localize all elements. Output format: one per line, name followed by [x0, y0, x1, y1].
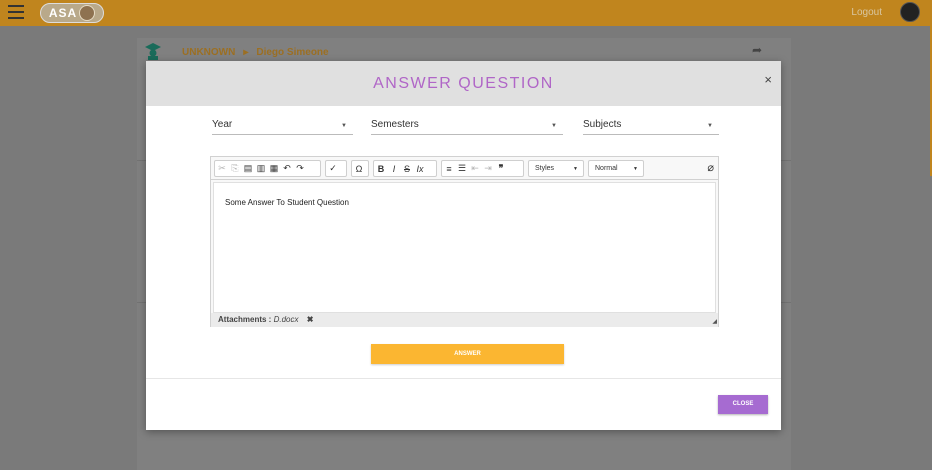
modal-title: ANSWER QUESTION [373, 75, 554, 92]
attachments-label: Attachments : [218, 315, 272, 324]
breadcrumb-separator-icon: ▸ [243, 47, 249, 58]
modal-header: ANSWER QUESTION × [146, 61, 781, 106]
share-icon[interactable]: ➦ [752, 43, 762, 57]
paste-icon[interactable]: ▤ [243, 163, 253, 174]
breadcrumb-category[interactable]: UNKNOWN [182, 47, 235, 58]
editor-content-area[interactable]: Some Answer To Student Question [213, 182, 716, 313]
cut-icon[interactable]: ✂ [217, 163, 227, 174]
special-character-icon[interactable]: Ω [354, 164, 364, 174]
chevron-down-icon: ▼ [341, 123, 347, 129]
special-char-group: Ω [351, 160, 369, 177]
indent-icon[interactable]: ⇥ [483, 163, 493, 174]
hamburger-menu-icon[interactable] [8, 5, 24, 19]
filter-selects: Year ▼ Semesters ▼ Subjects ▼ [146, 119, 781, 139]
paste-word-icon[interactable]: ▦ [269, 163, 279, 174]
spellcheck-icon[interactable]: ✓ [328, 163, 338, 174]
rich-text-editor: ✂ ⎘ ▤ ▥ ▦ ↶ ↷ ✓ Ω B I S Ix ≡ ☰ ⇤ ⇥ ❞ Sty… [210, 156, 719, 327]
resize-handle-icon[interactable]: ◢ [712, 318, 717, 325]
list-group: ≡ ☰ ⇤ ⇥ ❞ [441, 160, 524, 177]
graduation-cap-icon [145, 43, 161, 60]
semesters-select-value: Semesters [371, 119, 419, 130]
format-combo[interactable]: Normal ▼ [588, 160, 644, 177]
close-button[interactable]: CLOSE [718, 395, 768, 414]
chevron-down-icon: ▼ [551, 123, 557, 129]
attachment-filename[interactable]: D.docx [274, 315, 299, 324]
bulleted-list-icon[interactable]: ☰ [457, 163, 467, 174]
breadcrumb: UNKNOWN ▸ Diego Simeone [182, 47, 329, 58]
subjects-select[interactable]: Subjects ▼ [583, 119, 719, 135]
chevron-down-icon: ▼ [573, 166, 578, 172]
remove-format-icon[interactable]: Ix [415, 164, 425, 174]
close-icon[interactable]: × [764, 72, 772, 87]
numbered-list-icon[interactable]: ≡ [444, 164, 454, 174]
bold-icon[interactable]: B [376, 164, 386, 174]
remove-attachment-icon[interactable]: ✖ [307, 315, 314, 324]
logo-text: ASA [48, 6, 78, 20]
outdent-icon[interactable]: ⇤ [470, 163, 480, 174]
answer-text: Some Answer To Student Question [225, 198, 349, 207]
modal-footer-divider [146, 378, 781, 379]
attachment-icon[interactable]: ⌀ [707, 161, 714, 174]
styles-combo-value: Styles [535, 165, 555, 172]
year-select-value: Year [212, 119, 233, 130]
format-combo-value: Normal [595, 165, 618, 172]
editor-toolbar: ✂ ⎘ ▤ ▥ ▦ ↶ ↷ ✓ Ω B I S Ix ≡ ☰ ⇤ ⇥ ❞ Sty… [211, 157, 718, 180]
chevron-down-icon: ▼ [633, 166, 638, 172]
clipboard-group: ✂ ⎘ ▤ ▥ ▦ ↶ ↷ [214, 160, 321, 177]
undo-icon[interactable]: ↶ [282, 163, 292, 174]
app-logo[interactable]: ASA [40, 3, 104, 23]
spellcheck-group: ✓ [325, 160, 347, 177]
answer-question-modal: ANSWER QUESTION × Year ▼ Semesters ▼ Sub… [146, 61, 781, 430]
year-select[interactable]: Year ▼ [212, 119, 353, 135]
format-group: B I S Ix [373, 160, 437, 177]
attachments-bar: Attachments : D.docx ✖ [211, 313, 718, 327]
chevron-down-icon: ▼ [707, 123, 713, 129]
paste-text-icon[interactable]: ▥ [256, 163, 266, 174]
subjects-select-value: Subjects [583, 119, 622, 130]
breadcrumb-student[interactable]: Diego Simeone [256, 47, 328, 58]
blockquote-icon[interactable]: ❞ [496, 163, 506, 174]
italic-icon[interactable]: I [389, 164, 399, 174]
top-app-bar: ASA Logout [0, 0, 932, 26]
copy-icon[interactable]: ⎘ [230, 163, 240, 174]
answer-button[interactable]: ANSWER [371, 344, 564, 364]
styles-combo[interactable]: Styles ▼ [528, 160, 584, 177]
owl-icon [79, 5, 96, 21]
redo-icon[interactable]: ↷ [295, 163, 305, 174]
user-avatar[interactable] [900, 2, 920, 22]
semesters-select[interactable]: Semesters ▼ [371, 119, 563, 135]
strikethrough-icon[interactable]: S [402, 164, 412, 174]
logout-link[interactable]: Logout [851, 7, 882, 18]
